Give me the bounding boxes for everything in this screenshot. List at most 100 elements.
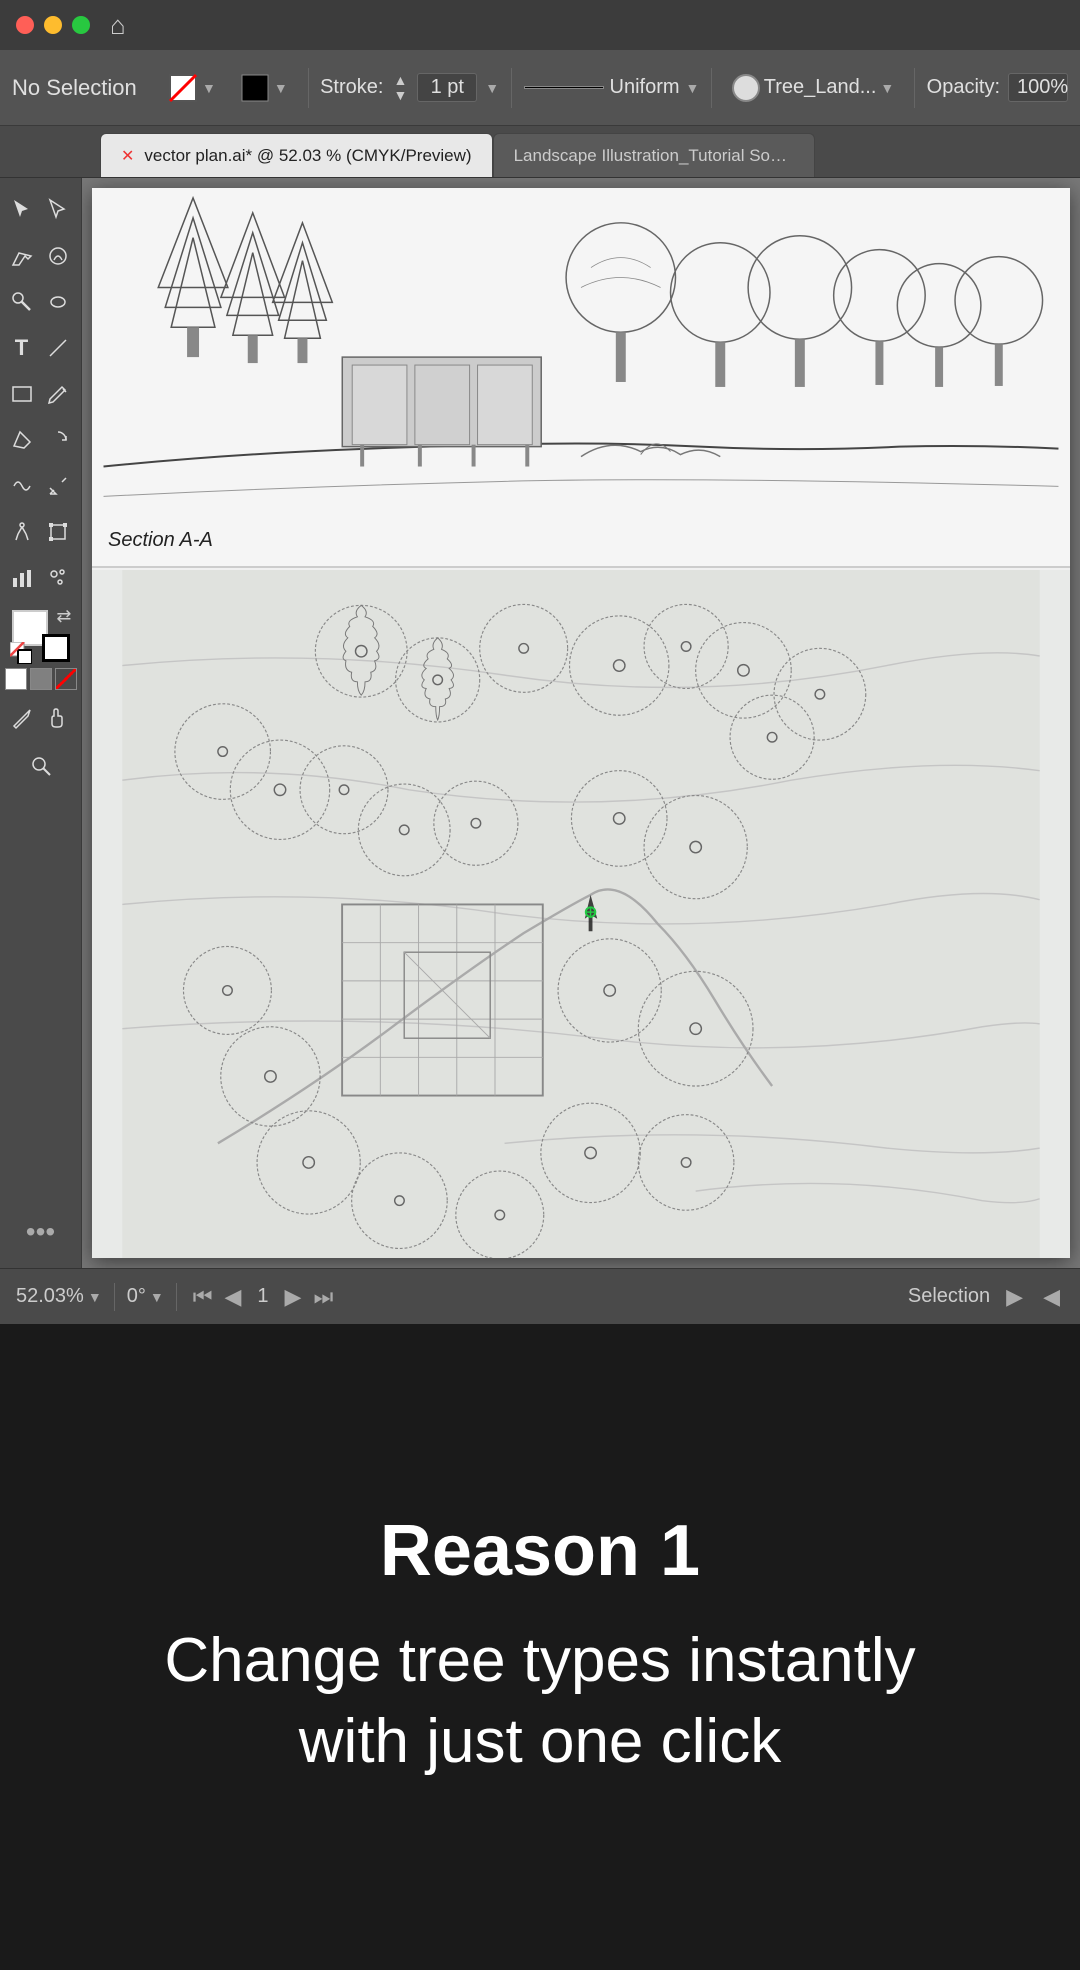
puppet-warp-tool[interactable] <box>5 510 39 554</box>
type-tool[interactable]: T <box>5 326 39 370</box>
status-divider-1 <box>114 1283 115 1311</box>
status-expand-button[interactable]: ▶ <box>1002 1282 1027 1312</box>
zoom-dropdown[interactable]: ▼ <box>88 1289 102 1305</box>
warp-tool-group <box>5 464 77 508</box>
smooth-tool[interactable] <box>41 234 75 278</box>
status-bar: 52.03% ▼ 0° ▼ ⏮ ◀ 1 ▶ ⏭ Selection ▶ ◀ <box>0 1268 1080 1324</box>
current-tool-label: Selection <box>908 1285 990 1308</box>
reason-subtitle: Change tree types instantly with just on… <box>110 1621 970 1782</box>
default-colors-icon[interactable] <box>10 642 32 664</box>
hand-tool[interactable] <box>41 696 75 740</box>
rotation-value: 0° <box>127 1285 146 1308</box>
rotation-dropdown[interactable]: ▼ <box>150 1289 164 1305</box>
pen-tool-group <box>5 234 77 278</box>
close-button[interactable] <box>16 16 34 34</box>
status-divider-2 <box>176 1283 177 1311</box>
paint-brush-tool[interactable] <box>5 280 39 324</box>
tab-landscape-source[interactable]: Landscape Illustration_Tutorial Source F… <box>493 133 815 177</box>
next-page-button[interactable]: ▶ <box>281 1282 306 1312</box>
eyedropper-tool[interactable] <box>5 696 39 740</box>
tab-landscape-label: Landscape Illustration_Tutorial Source F… <box>514 146 794 166</box>
section-label: Section A-A <box>108 529 213 552</box>
eyedropper-zoom-group <box>5 696 77 740</box>
minimize-button[interactable] <box>44 16 62 34</box>
stroke-line-preview <box>524 86 604 89</box>
main-area: T <box>0 178 1080 1268</box>
bottom-text-area: Reason 1 Change tree types instantly wit… <box>0 1324 1080 1970</box>
free-transform-tool[interactable] <box>41 510 75 554</box>
selection-status: No Selection <box>12 75 152 101</box>
eraser-tool-group <box>5 418 77 462</box>
plan-view <box>92 570 1070 1258</box>
tree-land-label: Tree_Land... <box>764 76 877 99</box>
rotate-tool[interactable] <box>41 418 75 462</box>
direct-selection-tool[interactable] <box>41 188 75 232</box>
opacity-value[interactable]: 100% <box>1008 73 1068 102</box>
toolbar: No Selection ▼ ▼ Stroke: ▲ ▼ 1 pt ▼ Unif… <box>0 50 1080 126</box>
left-toolbar: T <box>0 178 82 1268</box>
scale-tool[interactable] <box>41 464 75 508</box>
tab-vector-plan[interactable]: ✕ vector plan.ai* @ 52.03 % (CMYK/Previe… <box>100 133 493 177</box>
graph-tool[interactable] <box>5 556 39 600</box>
page-navigation[interactable]: ⏮ ◀ <box>189 1282 246 1312</box>
shape-tool-group <box>5 372 77 416</box>
section-svg <box>92 188 1070 566</box>
tree-land-button[interactable]: Tree_Land... ▼ <box>724 70 903 106</box>
stroke-value[interactable]: 1 pt <box>417 73 477 102</box>
more-tools-button[interactable]: ••• <box>26 1216 55 1258</box>
none-swatch[interactable] <box>55 668 77 690</box>
line-tool[interactable] <box>41 326 75 370</box>
zoom-value: 52.03% <box>16 1285 84 1308</box>
tab-active-indicator: ✕ <box>121 146 134 166</box>
stroke-up-arrow[interactable]: ▲ <box>393 73 407 87</box>
uniform-dropdown-arrow[interactable]: ▼ <box>686 80 700 96</box>
type-tool-group: T <box>5 326 77 370</box>
page-number[interactable]: 1 <box>257 1285 268 1308</box>
first-page-button[interactable]: ⏮ <box>189 1282 217 1312</box>
eraser-tool[interactable] <box>5 418 39 462</box>
white-swatch[interactable] <box>5 668 27 690</box>
graph-tool-group <box>5 556 77 600</box>
selection-tool[interactable] <box>5 188 39 232</box>
stroke-profile-button[interactable]: Uniform ▼ <box>524 76 700 99</box>
zoom-tool[interactable] <box>11 744 71 788</box>
stroke-swatch[interactable] <box>42 634 70 662</box>
opacity-label: Opacity: <box>927 76 1000 99</box>
canvas-area[interactable]: Section A-A <box>82 178 1080 1268</box>
page-navigation-right[interactable]: ▶ ⏭ <box>281 1282 338 1312</box>
stroke-color-button[interactable]: ▼ <box>160 69 224 107</box>
tabs-bar: ✕ vector plan.ai* @ 52.03 % (CMYK/Previe… <box>0 126 1080 178</box>
maximize-button[interactable] <box>72 16 90 34</box>
stroke-stepper[interactable]: ▲ ▼ <box>393 73 407 102</box>
prev-page-button[interactable]: ◀ <box>221 1282 246 1312</box>
paint-tool-group <box>5 280 77 324</box>
artboard: Section A-A <box>92 188 1070 1258</box>
stroke-style-button[interactable]: ▼ <box>232 69 296 107</box>
rectangle-tool[interactable] <box>5 372 39 416</box>
uniform-label: Uniform <box>610 76 680 99</box>
color-blocks[interactable]: ⇄ <box>12 610 70 662</box>
puppet-warp-group <box>5 510 77 554</box>
titlebar: ⌂ <box>0 0 1080 50</box>
swap-colors-icon[interactable]: ⇄ <box>56 606 71 627</box>
blob-brush-tool[interactable] <box>41 280 75 324</box>
grey-swatch[interactable] <box>30 668 52 690</box>
pen-tool[interactable] <box>5 234 39 278</box>
last-page-button[interactable]: ⏭ <box>309 1282 337 1312</box>
zoom-display[interactable]: 52.03% ▼ <box>16 1285 102 1308</box>
tree-land-icon <box>732 74 760 102</box>
tree-land-dropdown-arrow[interactable]: ▼ <box>880 80 894 96</box>
pencil-tool[interactable] <box>41 372 75 416</box>
swatches-row <box>5 668 77 690</box>
plan-svg <box>92 570 1070 1258</box>
symbol-sprayer-tool[interactable] <box>41 556 75 600</box>
status-right-area: Selection ▶ ◀ <box>908 1282 1064 1312</box>
stroke-down-arrow[interactable]: ▼ <box>393 88 407 102</box>
rotation-display[interactable]: 0° ▼ <box>127 1285 164 1308</box>
status-collapse-button[interactable]: ◀ <box>1039 1282 1064 1312</box>
warp-tool[interactable] <box>5 464 39 508</box>
reason-title: Reason 1 <box>380 1512 700 1591</box>
home-icon[interactable]: ⌂ <box>110 10 126 41</box>
stroke-dropdown-arrow[interactable]: ▼ <box>485 80 499 96</box>
tab-vector-plan-label: vector plan.ai* @ 52.03 % (CMYK/Preview) <box>144 146 471 166</box>
